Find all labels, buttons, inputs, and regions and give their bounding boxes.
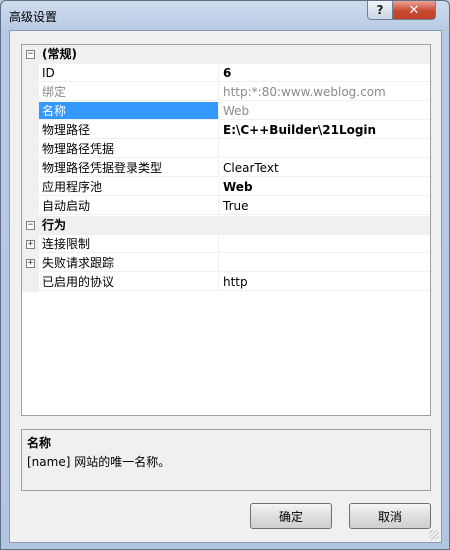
row-gutter [22, 178, 39, 197]
property-row[interactable]: ID 6 [22, 64, 430, 83]
property-name: 连接限制 [39, 235, 219, 253]
row-gutter [22, 102, 39, 121]
property-name: 自动启动 [39, 197, 219, 215]
property-row[interactable]: + 失败请求跟踪 [22, 254, 430, 273]
description-title: 名称 [27, 436, 52, 450]
ok-button[interactable]: 确定 [250, 503, 332, 529]
close-icon: ✕ [408, 2, 420, 18]
expand-icon[interactable]: + [26, 240, 35, 249]
property-name: ID [39, 64, 219, 82]
property-name: 物理路径 [39, 121, 219, 139]
property-value[interactable]: ClearText [220, 159, 430, 177]
property-value[interactable]: E:\C++Builder\21Login [220, 121, 430, 139]
title-bar[interactable]: 高级设置 ? ✕ [1, 1, 449, 31]
property-value[interactable] [220, 140, 430, 158]
property-row[interactable]: 应用程序池 Web [22, 178, 430, 197]
description-panel: 名称 [name] 网站的唯一名称。 [21, 429, 431, 491]
collapse-icon[interactable]: − [26, 221, 35, 230]
description-text: [name] 网站的唯一名称。 [27, 455, 171, 469]
property-name: 失败请求跟踪 [39, 254, 219, 272]
property-name: 物理路径凭据 [39, 140, 219, 158]
collapse-icon[interactable]: − [26, 50, 35, 59]
property-grid: − (常规) ID 6 绑定 http:*:80:www.weblog.com 名称 Web 物… [21, 44, 431, 416]
category-row[interactable]: − 行为 [22, 216, 430, 235]
property-value[interactable]: 6 [220, 64, 430, 82]
property-name: 绑定 [39, 83, 219, 101]
property-row[interactable]: 名称 Web [22, 102, 430, 121]
property-name: 已启用的协议 [39, 273, 219, 291]
category-label: 行为 [42, 218, 67, 232]
advanced-settings-dialog: 高级设置 ? ✕ − (常规) ID 6 绑定 http:*:80:www.weblog.… [0, 0, 450, 550]
category-row[interactable]: − (常规) [22, 45, 430, 64]
property-value[interactable] [220, 254, 430, 272]
cancel-button[interactable]: 取消 [349, 503, 431, 529]
property-row[interactable]: + 连接限制 [22, 235, 430, 254]
property-row[interactable]: 自动启动 True [22, 197, 430, 216]
property-row[interactable]: 绑定 http:*:80:www.weblog.com [22, 83, 430, 102]
row-gutter [22, 159, 39, 178]
property-value[interactable]: http [220, 273, 430, 291]
help-icon: ? [376, 3, 384, 17]
property-value[interactable]: Web [220, 178, 430, 196]
row-gutter [22, 140, 39, 159]
resize-grip[interactable] [429, 530, 439, 540]
row-gutter [22, 121, 39, 140]
close-button[interactable]: ✕ [392, 1, 436, 20]
property-value[interactable]: Web [220, 102, 430, 120]
property-row[interactable]: 物理路径凭据登录类型 ClearText [22, 159, 430, 178]
property-value[interactable]: http:*:80:www.weblog.com [220, 83, 430, 101]
property-value[interactable]: True [220, 197, 430, 215]
property-value[interactable] [220, 235, 430, 253]
row-gutter [22, 83, 39, 102]
property-row[interactable]: 物理路径凭据 [22, 140, 430, 159]
property-row[interactable]: 物理路径 E:\C++Builder\21Login [22, 121, 430, 140]
row-gutter [22, 197, 39, 216]
property-name: 物理路径凭据登录类型 [39, 159, 219, 177]
dialog-body: − (常规) ID 6 绑定 http:*:80:www.weblog.com 名称 Web 物… [9, 30, 442, 543]
property-name: 应用程序池 [39, 178, 219, 196]
help-button[interactable]: ? [367, 1, 393, 20]
row-gutter [22, 273, 39, 292]
property-name: 名称 [39, 102, 219, 120]
dialog-title: 高级设置 [9, 10, 58, 24]
property-row[interactable]: 已启用的协议 http [22, 273, 430, 292]
expand-icon[interactable]: + [26, 259, 35, 268]
row-gutter [22, 64, 39, 83]
category-label: (常规) [42, 47, 77, 61]
